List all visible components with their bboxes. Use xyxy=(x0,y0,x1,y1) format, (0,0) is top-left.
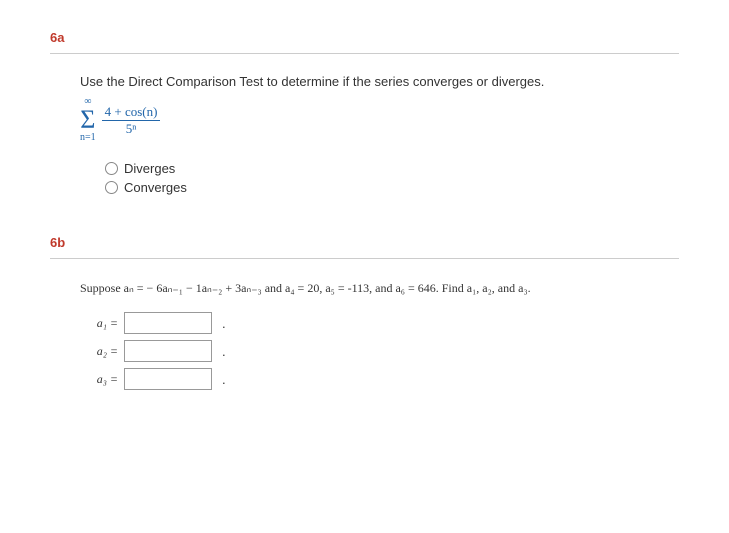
sigma-icon: Σ xyxy=(80,107,95,133)
fraction-denominator: 5ⁿ xyxy=(123,121,140,137)
option-label: Diverges xyxy=(124,161,175,176)
label-a3: a₃ = xyxy=(80,372,118,387)
question-6b-body: Suppose aₙ = − 6aₙ₋₁ − 1aₙ₋₂ + 3aₙ₋₃ and… xyxy=(80,279,679,390)
answer-row-a3: a₃ = . xyxy=(80,368,679,390)
period: . xyxy=(222,316,226,331)
label-a1: a₁ = xyxy=(80,316,118,331)
radio-icon[interactable] xyxy=(105,162,118,175)
q6a-prompt: Use the Direct Comparison Test to determ… xyxy=(80,74,679,89)
fraction-numerator: 4 + cos(n) xyxy=(102,104,161,121)
radio-group: Diverges Converges xyxy=(105,161,679,195)
radio-icon[interactable] xyxy=(105,181,118,194)
sigma-lower-limit: n=1 xyxy=(80,133,96,143)
input-a2[interactable] xyxy=(124,340,212,362)
section-6a-heading: 6a xyxy=(50,30,679,45)
period: . xyxy=(222,372,226,387)
series-formula: ∞ Σ n=1 4 + cos(n) 5ⁿ xyxy=(80,97,160,143)
divider xyxy=(50,53,679,54)
label-a2: a₂ = xyxy=(80,344,118,359)
section-6b-heading: 6b xyxy=(50,235,679,250)
option-label: Converges xyxy=(124,180,187,195)
q6b-prompt: Suppose aₙ = − 6aₙ₋₁ − 1aₙ₋₂ + 3aₙ₋₃ and… xyxy=(80,279,679,298)
option-diverges[interactable]: Diverges xyxy=(105,161,679,176)
option-converges[interactable]: Converges xyxy=(105,180,679,195)
answer-row-a1: a₁ = . xyxy=(80,312,679,334)
divider xyxy=(50,258,679,259)
question-6a-body: Use the Direct Comparison Test to determ… xyxy=(80,74,679,195)
period: . xyxy=(222,344,226,359)
input-a1[interactable] xyxy=(124,312,212,334)
answer-row-a2: a₂ = . xyxy=(80,340,679,362)
input-a3[interactable] xyxy=(124,368,212,390)
